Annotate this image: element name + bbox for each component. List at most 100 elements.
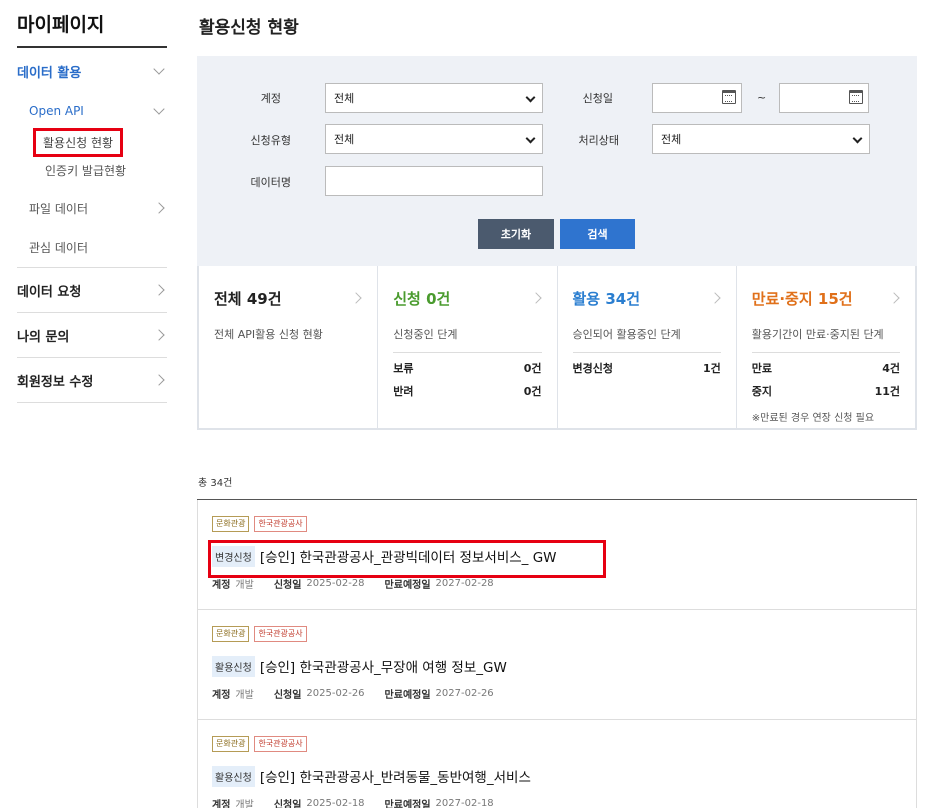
meta-value: 2025-02-26 [306, 688, 365, 699]
chevron-down-icon [153, 63, 165, 75]
item-title: [승인] 한국관광공사_무장애 여행 정보_GW [259, 660, 507, 676]
meta-label: 계정 [212, 800, 231, 808]
search-button[interactable]: 검색 [560, 219, 635, 249]
stat-desc: 활용기간이 만료·중지된 단계 [751, 326, 900, 353]
tag-group: 문화관광 한국관광공사 [212, 626, 902, 642]
stat-label: 전체 [214, 290, 242, 308]
sidebar-item-usage-status[interactable]: 활용신청 현황 [17, 127, 167, 157]
stat-count: 0건 [426, 290, 451, 308]
list-item[interactable]: 문화관광 한국관광공사 활용신청 [승인] 한국관광공사_반려동물_동반여행_서… [197, 720, 917, 808]
meta-value: 2027-02-18 [435, 798, 494, 808]
stat-row-value: 11건 [874, 385, 900, 398]
sidebar-item-open-api[interactable]: Open API [17, 94, 167, 128]
tag-group: 문화관광 한국관광공사 [212, 516, 902, 532]
category-tag: 문화관광 [212, 626, 250, 642]
org-tag: 한국관광공사 [254, 626, 307, 642]
meta-label: 신청일 [273, 690, 302, 701]
stat-label: 활용 [572, 290, 601, 308]
sidebar-item-label: 데이터 요청 [17, 284, 82, 300]
meta-label: 만료예정일 [384, 580, 431, 591]
account-select[interactable]: 전체 [325, 83, 543, 113]
status-summary: 전체 49건 전체 API활용 신청 현황 신청 0건 신청중인 단계 보류 0… [197, 266, 917, 430]
category-tag: 문화관광 [212, 516, 250, 532]
apply-type-select-value: 전체 [334, 133, 355, 146]
sidebar-item-label: 인증키 발급현황 [45, 163, 127, 178]
apply-kind-badge: 활용신청 [212, 765, 255, 787]
stat-row-label: 보류 [393, 362, 414, 375]
sidebar-item-file-data[interactable]: 파일 데이터 [17, 188, 167, 228]
apply-type-select[interactable]: 전체 [325, 124, 543, 154]
process-status-label: 처리상태 [578, 134, 619, 147]
sidebar-item-auth-key-status[interactable]: 인증키 발급현황 [17, 156, 167, 184]
reset-button[interactable]: 초기화 [478, 219, 554, 249]
stat-row: 변경신청 1건 [573, 360, 721, 376]
sidebar-item-member-edit[interactable]: 회원정보 수정 [17, 358, 167, 403]
meta-value: 개발 [235, 690, 254, 701]
data-name-label: 데이터명 [250, 176, 291, 189]
stat-card-apply[interactable]: 신청 0건 신청중인 단계 보류 0건 반려 0건 [378, 266, 558, 428]
stat-card-all[interactable]: 전체 49건 전체 API활용 신청 현황 [199, 266, 379, 428]
apply-date-label: 신청일 [582, 92, 613, 105]
sidebar-title: 마이페이지 [17, 0, 167, 48]
item-title-link[interactable]: 변경신청 [승인] 한국관광공사_관광빅데이터 정보서비스_ GW [208, 540, 902, 578]
main-content: 활용신청 현황 계정 전체 신청일 ~ 신청유형 전체 처리상태 전체 데이터명… [197, 0, 917, 808]
sidebar-item-label: 파일 데이터 [29, 201, 89, 216]
stat-card-expire[interactable]: 만료·중지 15건 활용기간이 만료·중지된 단계 만료 4건 중지 11건 ※… [737, 266, 915, 428]
item-title-link[interactable]: 활용신청 [승인] 한국관광공사_무장애 여행 정보_GW [212, 654, 902, 678]
stat-title: 만료·중지 15건 [752, 288, 900, 309]
calendar-icon[interactable] [849, 90, 863, 104]
stat-desc: 승인되어 활용중인 단계 [572, 326, 721, 353]
sidebar-item-data-request[interactable]: 데이터 요청 [17, 268, 167, 313]
item-meta: 계정 개발 신청일 2025-02-28 만료예정일 2027-02-28 [212, 576, 902, 591]
meta-value: 2027-02-26 [435, 688, 494, 699]
stat-row-label: 중지 [751, 385, 772, 398]
process-status-select[interactable]: 전체 [652, 124, 870, 154]
sidebar-item-my-inquiry[interactable]: 나의 문의 [17, 313, 167, 358]
stat-row: 보류 0건 [393, 360, 541, 376]
chevron-down-icon [852, 133, 863, 144]
meta-label: 만료예정일 [384, 800, 431, 808]
calendar-icon[interactable] [722, 90, 736, 104]
org-tag: 한국관광공사 [254, 516, 307, 532]
list-item[interactable]: 문화관광 한국관광공사 변경신청 [승인] 한국관광공사_관광빅데이터 정보서비… [197, 500, 917, 610]
sidebar-item-data-usage[interactable]: 데이터 활용 [17, 48, 167, 94]
meta-value: 개발 [235, 800, 254, 808]
sidebar-item-label: 활용신청 현황 [33, 127, 124, 157]
sidebar-item-label: 회원정보 수정 [17, 374, 94, 390]
meta-value: 2025-02-28 [306, 578, 365, 589]
sidebar: 마이페이지 데이터 활용 Open API 활용신청 현황 인증키 발급현황 파… [17, 0, 167, 403]
account-select-value: 전체 [334, 92, 355, 105]
item-meta: 계정 개발 신청일 2025-02-18 만료예정일 2027-02-18 [212, 796, 902, 808]
stat-title: 전체 49건 [214, 288, 362, 309]
apply-date-end-input[interactable] [779, 83, 869, 113]
total-count: 총 34건 [197, 474, 917, 500]
page-title: 활용신청 현황 [199, 18, 299, 38]
stat-note: ※만료된 경우 연장 신청 필요 [751, 413, 875, 424]
stat-card-use[interactable]: 활용 34건 승인되어 활용중인 단계 변경신청 1건 [558, 266, 737, 428]
stat-row: 만료 4건 [752, 360, 900, 376]
chevron-right-icon [153, 284, 165, 296]
stat-count: 15건 [817, 290, 853, 308]
stat-count: 34건 [605, 290, 641, 308]
stat-title: 활용 34건 [573, 288, 721, 309]
stat-row-value: 4건 [882, 362, 900, 375]
search-filter-panel: 계정 전체 신청일 ~ 신청유형 전체 처리상태 전체 데이터명 초기화 검색 [197, 56, 917, 266]
stat-row-value: 0건 [523, 385, 542, 398]
meta-value: 2025-02-18 [306, 798, 365, 808]
meta-value: 2027-02-28 [435, 578, 494, 589]
stat-row: 중지 11건 [752, 383, 900, 399]
item-title-link[interactable]: 활용신청 [승인] 한국관광공사_반려동물_동반여행_서비스 [212, 764, 902, 788]
stat-desc: 신청중인 단계 [393, 326, 542, 353]
account-label: 계정 [260, 92, 281, 105]
tag-group: 문화관광 한국관광공사 [212, 736, 902, 752]
meta-label: 계정 [212, 690, 231, 701]
sidebar-item-label: 관심 데이터 [29, 241, 89, 255]
stat-row-label: 변경신청 [572, 362, 613, 375]
chevron-down-icon [525, 133, 536, 144]
meta-label: 신청일 [273, 580, 302, 591]
data-name-input[interactable] [325, 166, 543, 196]
sidebar-item-interest-data[interactable]: 관심 데이터 [17, 228, 167, 268]
stat-title: 신청 0건 [393, 288, 541, 309]
apply-date-start-input[interactable] [652, 83, 742, 113]
list-item[interactable]: 문화관광 한국관광공사 활용신청 [승인] 한국관광공사_무장애 여행 정보_G… [197, 610, 917, 720]
